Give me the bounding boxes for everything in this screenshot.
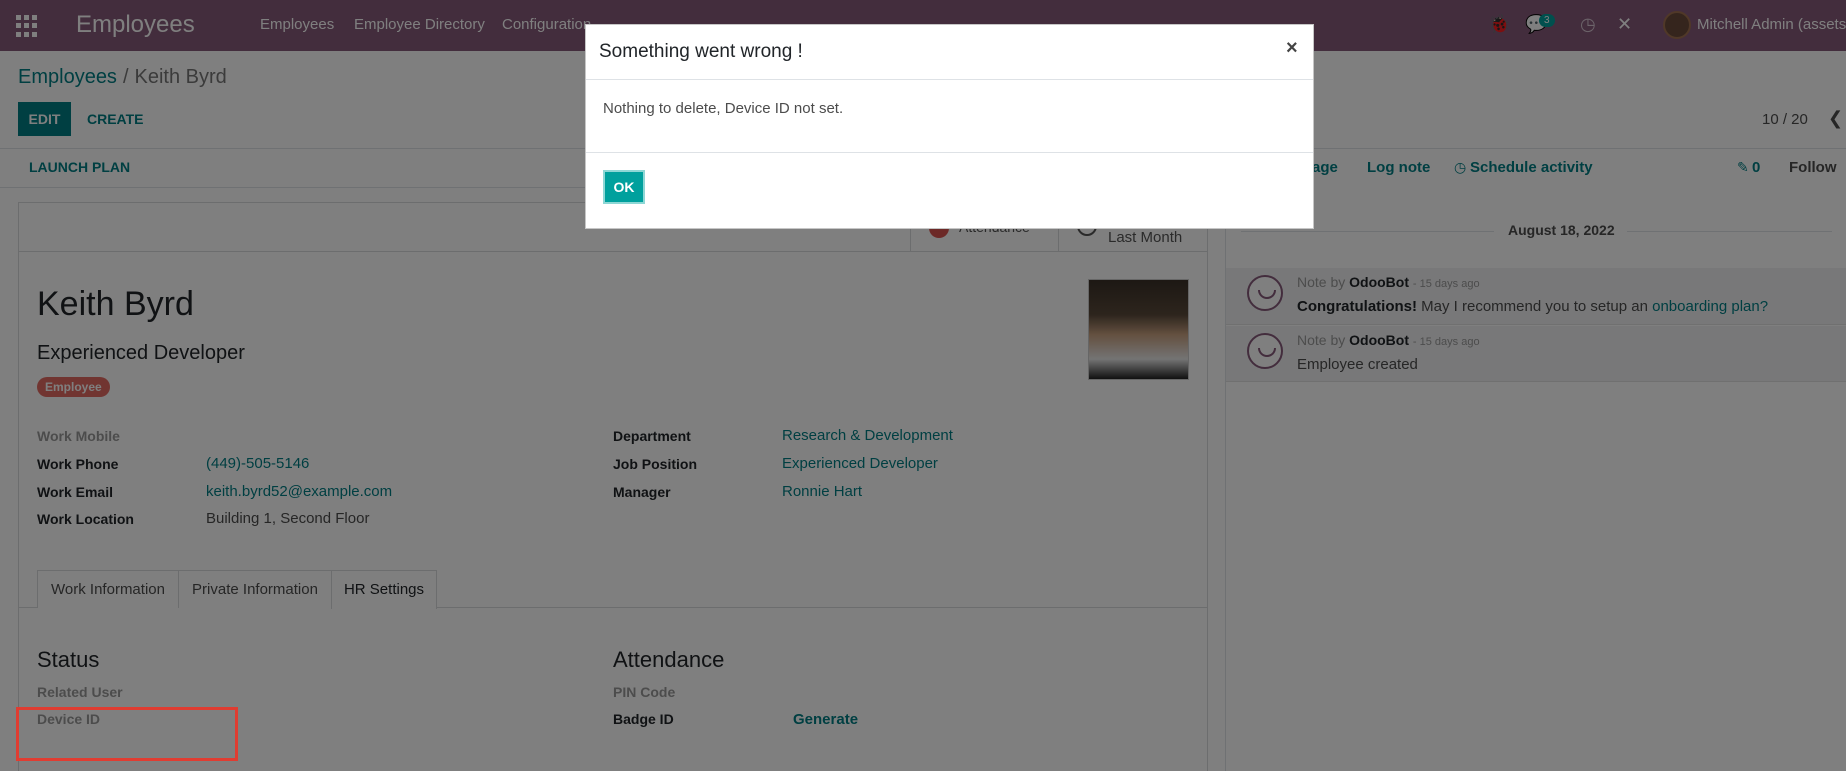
dialog-header-divider [586, 79, 1313, 80]
dialog-title: Something went wrong ! [599, 41, 803, 62]
device-id-highlight-box [16, 707, 238, 761]
ok-button[interactable]: OK [603, 170, 645, 204]
error-dialog: Something went wrong ! × Nothing to dele… [585, 24, 1314, 229]
close-icon[interactable]: × [1286, 37, 1298, 60]
dialog-footer-divider [586, 152, 1313, 153]
dialog-message: Nothing to delete, Device ID not set. [603, 100, 844, 117]
